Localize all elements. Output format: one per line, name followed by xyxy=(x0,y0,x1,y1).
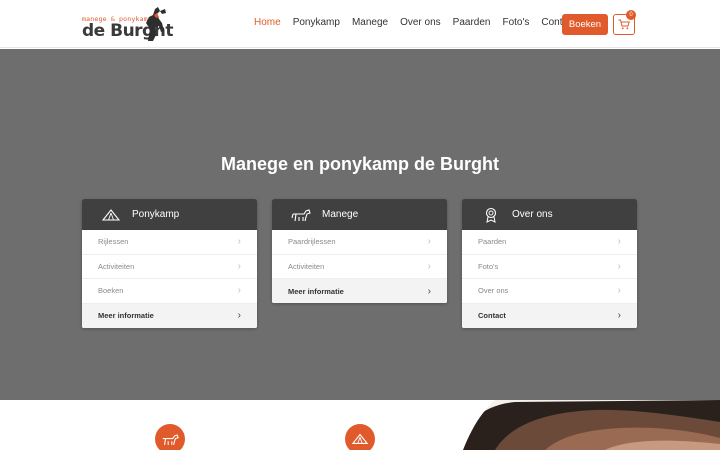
card-manege: Manege Paardrijlessen › Activiteiten › M… xyxy=(272,199,447,303)
link-label: Paarden xyxy=(478,237,507,247)
site-logo[interactable]: manege & ponykamp de Burght xyxy=(82,7,173,44)
card-title: Over ons xyxy=(512,209,553,220)
chevron-right-icon: › xyxy=(617,236,621,248)
card-header[interactable]: Over ons xyxy=(462,199,637,230)
link-label: Rijlessen xyxy=(98,237,129,247)
nav-ponykamp[interactable]: Ponykamp xyxy=(293,17,340,28)
link-label: Foto's xyxy=(478,261,499,271)
link-label: Activiteiten xyxy=(98,261,135,271)
link-label: Meer informatie xyxy=(98,311,154,320)
main-nav: Home Ponykamp Manege Over ons Paarden Fo… xyxy=(254,17,588,28)
nav-manege[interactable]: Manege xyxy=(352,17,388,28)
card-link-contact[interactable]: Contact › xyxy=(462,303,637,328)
chevron-right-icon: › xyxy=(427,285,431,297)
tent-icon xyxy=(100,207,122,223)
link-label: Activiteiten xyxy=(288,261,325,271)
hero-title: Manege en ponykamp de Burght xyxy=(220,154,500,174)
chevron-right-icon: › xyxy=(237,236,241,248)
card-header[interactable]: Manege xyxy=(272,199,447,230)
card-title: Ponykamp xyxy=(132,209,180,220)
nav-over-ons[interactable]: Over ons xyxy=(400,17,441,28)
card-link-boeken[interactable]: Boeken › xyxy=(82,279,257,304)
nav-home[interactable]: Home xyxy=(254,17,281,28)
cart-count-badge: 0 xyxy=(626,10,636,20)
card-link-meer-informatie[interactable]: Meer informatie › xyxy=(272,279,447,303)
link-label: Boeken xyxy=(98,286,124,296)
card-link-activiteiten[interactable]: Activiteiten › xyxy=(272,255,447,279)
shopping-cart-icon xyxy=(618,19,630,30)
card-link-meer-informatie[interactable]: Meer informatie › xyxy=(82,303,257,328)
features-section xyxy=(0,400,720,450)
chevron-right-icon: › xyxy=(427,236,431,248)
card-link-over-ons[interactable]: Over ons › xyxy=(462,279,637,304)
site-header: manege & ponykamp de Burght Home Ponykam… xyxy=(0,0,720,48)
card-link-fotos[interactable]: Foto's › xyxy=(462,255,637,279)
chevron-right-icon: › xyxy=(617,260,621,272)
card-over-ons: Over ons Paarden › Foto's › Over ons › C… xyxy=(462,199,637,328)
hero-section: Manege en ponykamp de Burght Ponykamp Ri… xyxy=(0,49,720,400)
link-label: Paardrijlessen xyxy=(288,237,336,247)
chevron-right-icon: › xyxy=(617,285,621,297)
tent-feature-icon xyxy=(345,424,375,450)
horse-feature-icon xyxy=(155,424,185,450)
card-title: Manege xyxy=(322,209,359,220)
card-link-paardrijlessen[interactable]: Paardrijlessen › xyxy=(272,230,447,255)
chevron-right-icon: › xyxy=(427,260,431,272)
link-label: Contact xyxy=(478,311,506,320)
award-icon xyxy=(480,207,502,223)
rearing-horse-logo-icon xyxy=(146,7,166,41)
card-link-rijlessen[interactable]: Rijlessen › xyxy=(82,230,257,255)
link-label: Meer informatie xyxy=(288,286,344,296)
nav-paarden[interactable]: Paarden xyxy=(453,17,491,28)
chevron-right-icon: › xyxy=(237,310,241,321)
book-button[interactable]: Boeken xyxy=(562,14,608,35)
chevron-right-icon: › xyxy=(237,285,241,297)
link-label: Over ons xyxy=(478,286,509,296)
chevron-right-icon: › xyxy=(237,260,241,272)
horse-icon xyxy=(290,207,312,223)
nav-fotos[interactable]: Foto's xyxy=(502,17,529,28)
horse-photo xyxy=(455,400,720,450)
card-link-activiteiten[interactable]: Activiteiten › xyxy=(82,255,257,279)
card-link-paarden[interactable]: Paarden › xyxy=(462,230,637,255)
card-header[interactable]: Ponykamp xyxy=(82,199,257,230)
chevron-right-icon: › xyxy=(617,310,621,321)
card-ponykamp: Ponykamp Rijlessen › Activiteiten › Boek… xyxy=(82,199,257,328)
